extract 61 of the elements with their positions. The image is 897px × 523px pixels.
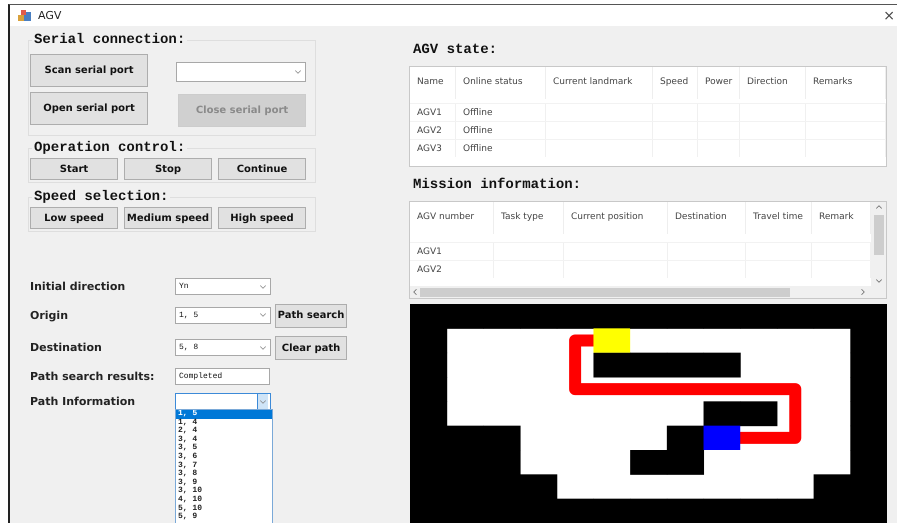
control-button[interactable]: Start xyxy=(30,158,118,180)
combo-box[interactable]: 5, 8 xyxy=(175,339,271,356)
table-cell: AGV3 xyxy=(410,140,456,157)
column-header[interactable]: Current landmark xyxy=(546,67,653,99)
horizontal-scrollbar[interactable] xyxy=(410,286,886,298)
control-button[interactable]: Stop xyxy=(124,158,212,180)
group-title: Speed selection: xyxy=(32,189,170,205)
table-cell: Offline xyxy=(456,140,546,157)
column-header[interactable]: Name xyxy=(410,67,456,99)
open-serial-port-button[interactable]: Open serial port xyxy=(30,92,148,125)
field-label: Origin xyxy=(30,308,70,322)
path-list-item[interactable]: 3, 7 xyxy=(176,462,272,470)
speed-button[interactable]: Medium speed xyxy=(124,207,212,229)
column-header[interactable]: Task type xyxy=(494,202,564,234)
column-header[interactable]: Travel time xyxy=(746,202,812,234)
control-button[interactable]: Continue xyxy=(218,158,306,180)
speed-button[interactable]: High speed xyxy=(218,207,306,229)
combo-box[interactable]: 1, 5 xyxy=(175,306,271,324)
path-list-item[interactable]: 3, 4 xyxy=(176,436,272,444)
group-title: Operation control: xyxy=(32,140,188,156)
column-header[interactable]: AGV number xyxy=(410,202,494,234)
column-header[interactable]: Current position xyxy=(564,202,668,234)
clear-path-button[interactable]: Clear path xyxy=(275,336,347,360)
field-label: Initial direction xyxy=(30,280,126,293)
app-icon xyxy=(18,10,32,22)
combo-box[interactable] xyxy=(175,393,271,410)
table-cell: AGV1 xyxy=(410,104,456,121)
path-list-item[interactable]: 2, 4 xyxy=(176,427,272,436)
field-label: Path search results: xyxy=(30,370,156,383)
table-cell: AGV2 xyxy=(410,122,456,139)
scan-serial-port-button[interactable]: Scan serial port xyxy=(30,54,148,87)
column-header[interactable]: Destination xyxy=(668,202,746,234)
path-list-item[interactable]: 5, 9 xyxy=(176,513,272,522)
vertical-scrollbar[interactable] xyxy=(871,202,886,286)
speed-button[interactable]: Low speed xyxy=(30,207,118,229)
column-header[interactable]: Remarks xyxy=(806,67,886,99)
column-header[interactable]: Online status xyxy=(456,67,546,99)
path-list-item[interactable]: 1, 5 xyxy=(176,410,272,419)
table-cell: AGV2 xyxy=(410,261,494,278)
path-list-item[interactable]: 3, 8 xyxy=(176,470,272,479)
path-list-item[interactable]: 5, 10 xyxy=(176,504,272,514)
path-list-item[interactable]: 3, 10 xyxy=(176,487,272,496)
field-label: Destination xyxy=(30,341,103,354)
path-list-item[interactable]: 3, 9 xyxy=(176,478,272,488)
path-list-item[interactable]: 4, 10 xyxy=(176,496,272,505)
table-cell: Offline xyxy=(456,104,546,121)
path-search-button[interactable]: Path search xyxy=(275,304,347,328)
table-cell: Offline xyxy=(456,122,546,139)
column-header[interactable]: Direction xyxy=(740,67,806,99)
path-list-item[interactable]: 3, 6 xyxy=(176,452,272,462)
window-title: AGV xyxy=(38,9,62,22)
path-list-item[interactable]: 3, 5 xyxy=(176,444,272,453)
path-list-item[interactable]: 1, 4 xyxy=(176,418,272,428)
column-header[interactable]: Power xyxy=(698,67,740,99)
table-cell: AGV1 xyxy=(410,243,494,260)
close-button[interactable]: × xyxy=(883,8,895,24)
result-field[interactable]: Completed xyxy=(175,368,270,385)
field-label: Path Information xyxy=(30,395,136,408)
column-header[interactable]: Speed xyxy=(653,67,698,99)
combo-box[interactable]: Yn xyxy=(175,278,271,295)
serial-port-combo[interactable] xyxy=(176,62,306,82)
